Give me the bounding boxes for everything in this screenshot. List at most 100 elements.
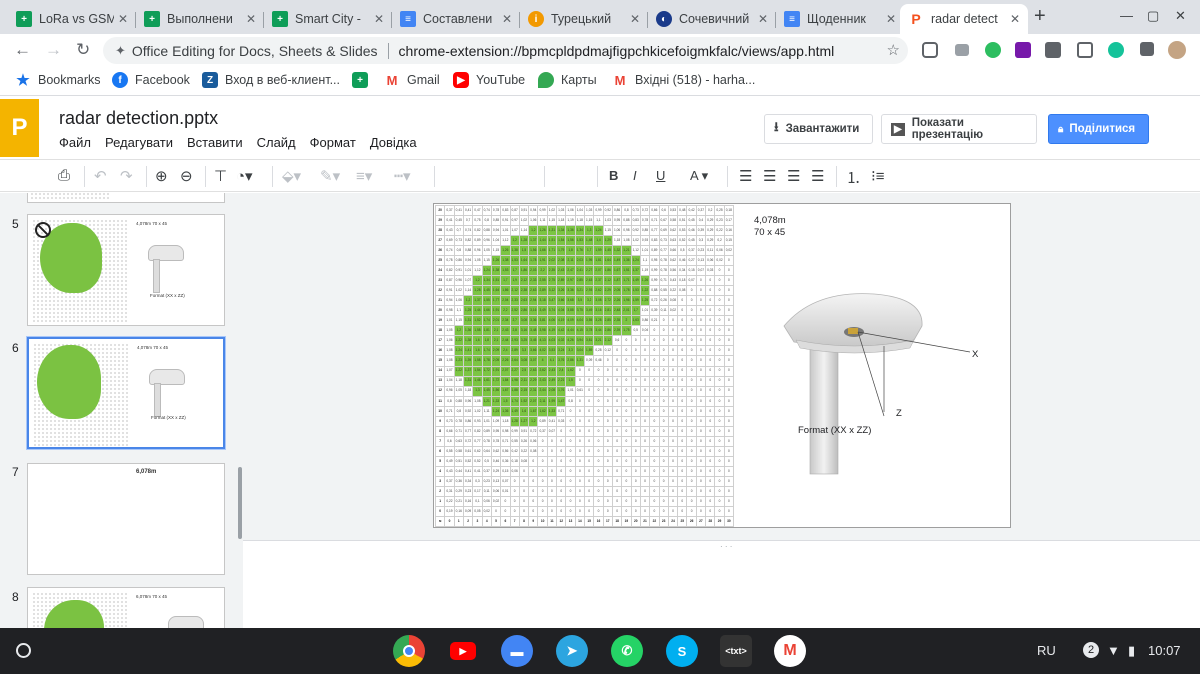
zoom-out-icon[interactable]: ⊖ <box>180 167 193 185</box>
slide-thumbnail[interactable] <box>27 193 225 203</box>
menu-insert[interactable]: Вставити <box>187 135 243 150</box>
line-weight-icon[interactable]: ≡▾ <box>356 167 372 185</box>
zoom-in-icon[interactable]: ⊕ <box>155 167 168 185</box>
close-icon[interactable]: ✕ <box>758 12 768 26</box>
line-dash-icon[interactable]: ┅▾ <box>394 167 411 185</box>
whatsapp-icon[interactable]: ✆ <box>611 635 643 667</box>
browser-tab[interactable]: + LoRa vs GSM ✕ <box>8 4 136 34</box>
close-window-icon[interactable]: ✕ <box>1175 8 1186 24</box>
browser-tab[interactable]: i Турецький ✕ <box>520 4 648 34</box>
menu-help[interactable]: Довідка <box>370 135 417 150</box>
notification-badge[interactable]: 2 <box>1083 642 1099 658</box>
minimize-icon[interactable]: — <box>1120 8 1133 23</box>
speaker-notes[interactable] <box>243 540 1200 628</box>
grid-cell: 1,1 <box>639 255 651 267</box>
print-icon[interactable]: ⎙ <box>58 167 70 184</box>
bold-icon[interactable]: B <box>609 168 618 183</box>
redo-icon[interactable]: ↷ <box>120 167 133 185</box>
document-title[interactable]: radar detection.pptx <box>59 108 218 129</box>
grammarly-icon[interactable] <box>1108 42 1124 58</box>
slide-current[interactable]: 20 0,37 0,41 0,41 0,47 0,74 0,78 0,83 0,87 0,91 0,… <box>433 203 1011 528</box>
fill-color-icon[interactable]: ⬙▾ <box>282 167 301 185</box>
wifi-icon[interactable]: ▼ <box>1107 643 1120 658</box>
bookmark-item[interactable]: ★ Bookmarks <box>15 72 100 89</box>
extensions-icon[interactable] <box>1140 42 1154 56</box>
bookmark-item[interactable]: M Gmail <box>384 72 440 88</box>
bookmark-item[interactable]: + <box>352 72 375 88</box>
browser-tab[interactable]: + Smart City - ✕ <box>264 4 392 34</box>
underline-icon[interactable]: U <box>656 168 665 183</box>
battery-icon[interactable]: ▮ <box>1128 643 1135 659</box>
shape-icon[interactable]: ◔▾ <box>236 167 253 185</box>
align-center-icon[interactable]: ☰ <box>763 167 776 185</box>
text-editor-icon[interactable]: <txt> <box>720 635 752 667</box>
present-button[interactable]: ▶ Показати презентацію <box>881 114 1037 144</box>
bookmark-item[interactable]: Карты <box>538 72 597 88</box>
omnibox[interactable]: ✦ Office Editing for Docs, Sheets & Slid… <box>103 37 908 64</box>
profile-ext-icon[interactable] <box>1077 42 1093 58</box>
menu-slide[interactable]: Слайд <box>257 135 296 150</box>
browser-tab[interactable]: ◐ Сочевичний ✕ <box>648 4 776 34</box>
share-button[interactable]: 🔒︎ Поділитися <box>1048 114 1149 144</box>
menu-edit[interactable]: Редагувати <box>105 135 173 150</box>
bookmark-item[interactable]: M Вхідні (518) - harha... <box>612 72 756 88</box>
launcher-icon[interactable] <box>16 643 31 658</box>
input-language[interactable]: RU <box>1037 643 1056 658</box>
browser-tab[interactable]: ≡ Щоденник ✕ <box>776 4 904 34</box>
back-icon[interactable]: ← <box>14 40 31 60</box>
close-icon[interactable]: ✕ <box>118 12 128 26</box>
bookmark-star-icon[interactable]: ☆ <box>887 41 900 59</box>
close-icon[interactable]: ✕ <box>502 12 512 26</box>
bookmark-item[interactable]: Z Вход в веб-клиент... <box>202 72 340 88</box>
maximize-icon[interactable]: ▢ <box>1147 8 1159 24</box>
slides-logo[interactable]: P <box>0 99 39 157</box>
ublock-icon[interactable] <box>1045 42 1061 58</box>
close-icon[interactable]: ✕ <box>630 12 640 26</box>
close-icon[interactable]: ✕ <box>886 12 896 26</box>
align-justify-icon[interactable]: ☰ <box>811 167 824 185</box>
notes-resize-handle[interactable]: · · · <box>720 542 732 551</box>
reload-icon[interactable]: ↻ <box>76 40 90 60</box>
youtube-icon[interactable]: ▶ <box>447 635 479 667</box>
forward-icon[interactable]: → <box>45 40 62 60</box>
evernote-icon[interactable] <box>985 42 1001 58</box>
bookmark-item[interactable]: f Facebook <box>112 72 190 88</box>
new-tab-button[interactable]: + <box>1034 5 1046 28</box>
align-right-icon[interactable]: ☰ <box>787 167 800 185</box>
pocket-icon[interactable] <box>922 42 938 58</box>
bookmark-item[interactable]: ▶ YouTube <box>453 72 525 88</box>
clock[interactable]: 10:07 <box>1148 643 1181 658</box>
onenote-icon[interactable] <box>1015 42 1031 58</box>
close-icon[interactable]: ✕ <box>1010 12 1020 26</box>
telegram-icon[interactable]: ➤ <box>556 635 588 667</box>
close-icon[interactable]: ✕ <box>374 12 384 26</box>
browser-tab[interactable]: ≡ Составлени ✕ <box>392 4 520 34</box>
files-icon[interactable]: ▬ <box>501 635 533 667</box>
grid-row: 10 0,71 0,8 0,92 1,02 1,11 1,24 1,36 1,49 1,6 1,67… <box>434 405 735 417</box>
download-button[interactable]: ⭳ Завантажити <box>764 114 873 144</box>
dropbox-icon[interactable] <box>955 44 969 56</box>
close-icon[interactable]: ✕ <box>246 12 256 26</box>
slide-thumbnail[interactable]: 6,078m 70 x 45 <box>27 587 225 628</box>
avatar[interactable] <box>1168 41 1186 59</box>
menu-file[interactable]: Файл <box>59 135 91 150</box>
browser-tab[interactable]: + Выполнени ✕ <box>136 4 264 34</box>
align-left-icon[interactable]: ☰ <box>739 167 752 185</box>
undo-icon[interactable]: ↶ <box>94 167 107 185</box>
slide-thumbnail-selected[interactable]: 4,078m 70 x 45 Format (XX x ZZ) <box>27 337 225 449</box>
menu-format[interactable]: Формат <box>310 135 356 150</box>
browser-tab-active[interactable]: P radar detect ✕ <box>900 4 1028 34</box>
filmstrip-scrollbar[interactable] <box>238 467 242 539</box>
numbered-list-icon[interactable]: ⒈ <box>846 167 861 188</box>
slide-thumbnail[interactable]: 6,078m <box>27 463 225 575</box>
chrome-icon[interactable] <box>393 635 425 667</box>
distance-value: 4,078m <box>754 215 786 226</box>
skype-icon[interactable]: S <box>666 635 698 667</box>
text-color-icon[interactable]: A ▾ <box>690 168 708 184</box>
bulleted-list-icon[interactable]: ⁝≡ <box>871 167 885 185</box>
line-color-icon[interactable]: ✎▾ <box>320 167 340 185</box>
gmail-icon[interactable]: M <box>774 635 806 667</box>
slide-thumbnail[interactable]: 4,078m 70 x 45 Format (XX x ZZ) <box>27 214 225 326</box>
italic-icon[interactable]: I <box>633 168 637 183</box>
text-box-icon[interactable]: ⊤ <box>214 167 227 185</box>
